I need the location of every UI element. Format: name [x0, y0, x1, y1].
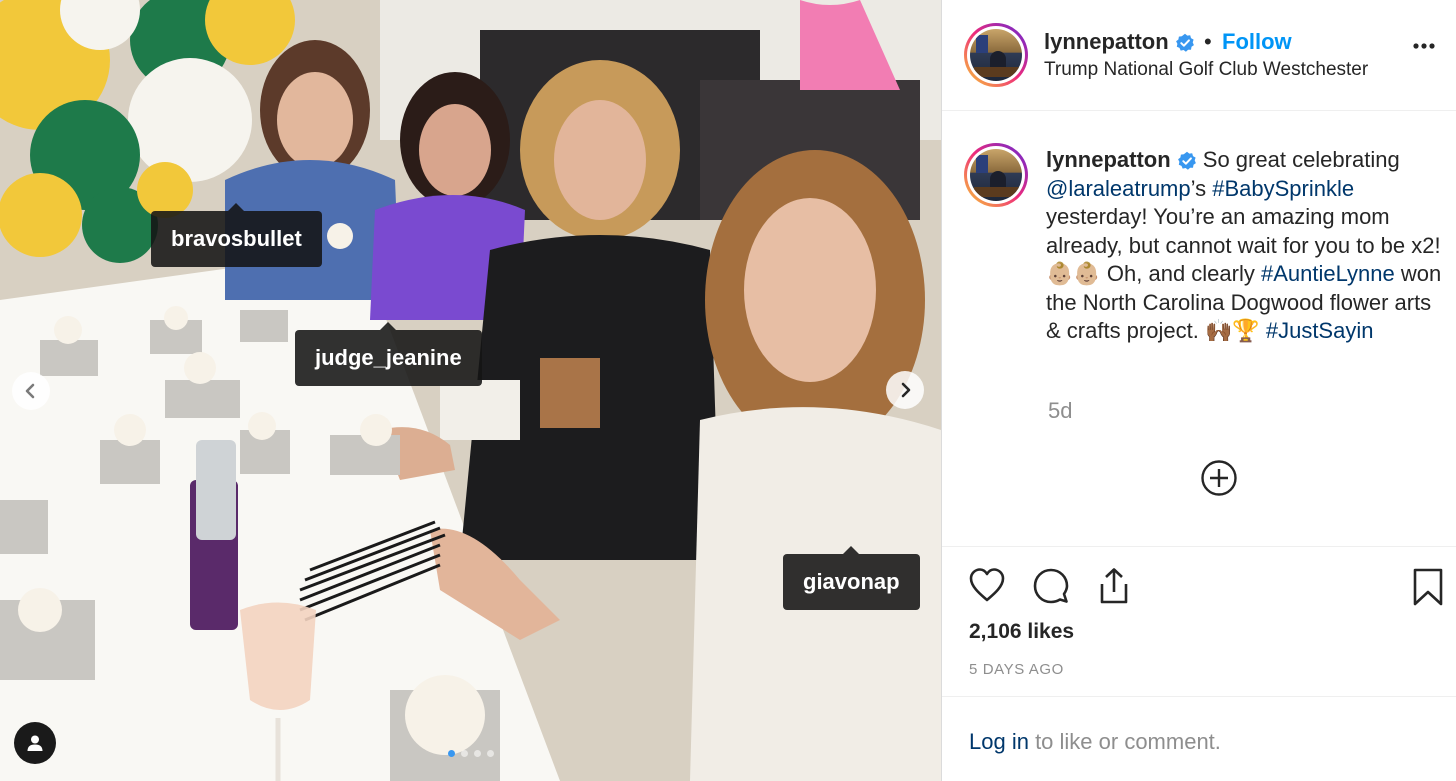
previous-photo-button[interactable] [12, 372, 50, 410]
hashtag-link[interactable]: #AuntieLynne [1261, 261, 1395, 286]
more-options-icon[interactable] [1412, 42, 1436, 50]
author-username[interactable]: lynnepatton [1044, 29, 1169, 54]
comment-footer: Log in to like or comment. [942, 696, 1456, 781]
share-icon[interactable] [1096, 567, 1132, 605]
follow-button[interactable]: Follow [1222, 29, 1292, 55]
caption-username[interactable]: lynnepatton [1046, 147, 1171, 172]
caption-author-avatar[interactable] [964, 143, 1028, 207]
next-photo-button[interactable] [886, 371, 924, 409]
caption-text: So great celebrating [1196, 147, 1400, 172]
user-tag-label: judge_jeanine [315, 345, 462, 370]
login-prompt-text: to like or comment. [1028, 729, 1221, 754]
carousel-dot [448, 750, 455, 757]
post-location[interactable]: Trump National Golf Club Westchester [1044, 59, 1368, 81]
comment-icon[interactable] [1032, 567, 1070, 605]
chevron-right-icon [901, 382, 911, 398]
hashtag-link[interactable]: #BabySprinkle [1212, 176, 1354, 201]
user-tag-label: giavonap [803, 569, 900, 594]
party-photo-illustration [0, 0, 941, 781]
login-prompt: Log in to like or comment. [969, 729, 1221, 755]
carousel-dot [487, 750, 494, 757]
user-tag-label: bravosbullet [171, 226, 302, 251]
carousel-dot [461, 750, 468, 757]
verified-badge-icon [1175, 33, 1194, 52]
bookmark-icon[interactable] [1412, 567, 1444, 607]
hashtag-link[interactable]: #JustSayin [1266, 318, 1374, 343]
post-header: lynnepatton • Follow Trump National Golf… [942, 0, 1456, 111]
post-photo[interactable]: bravosbullet judge_jeanine giavonap [0, 0, 941, 781]
post-caption: lynnepatton So great celebrating @larale… [1046, 146, 1446, 346]
caption-time-ago: 5d [1048, 398, 1073, 423]
author-avatar[interactable] [964, 23, 1028, 87]
author-username-row[interactable]: lynnepatton [1044, 29, 1195, 55]
verified-badge-icon [1177, 151, 1196, 170]
user-tag-bravosbullet[interactable]: bravosbullet [151, 203, 322, 267]
carousel-indicator [448, 750, 494, 757]
post-side-panel: lynnepatton • Follow Trump National Golf… [941, 0, 1456, 781]
chevron-left-icon [25, 383, 35, 399]
heart-icon[interactable] [968, 567, 1006, 603]
separator-dot: • [1204, 29, 1212, 54]
likes-count[interactable]: 2,106 likes [969, 620, 1074, 644]
post-date: 5 DAYS AGO [969, 661, 1064, 678]
add-comment-icon[interactable] [1200, 459, 1238, 497]
user-tag-judge-jeanine[interactable]: judge_jeanine [295, 322, 482, 386]
user-tag-giavonap[interactable]: giavonap [783, 546, 920, 610]
show-tags-button[interactable] [14, 722, 56, 764]
carousel-dot [474, 750, 481, 757]
user-tag-icon [27, 735, 43, 751]
caption-text: ’s [1190, 175, 1213, 201]
mention-link[interactable]: @laraleatrump [1046, 176, 1191, 201]
login-link[interactable]: Log in [969, 729, 1029, 754]
